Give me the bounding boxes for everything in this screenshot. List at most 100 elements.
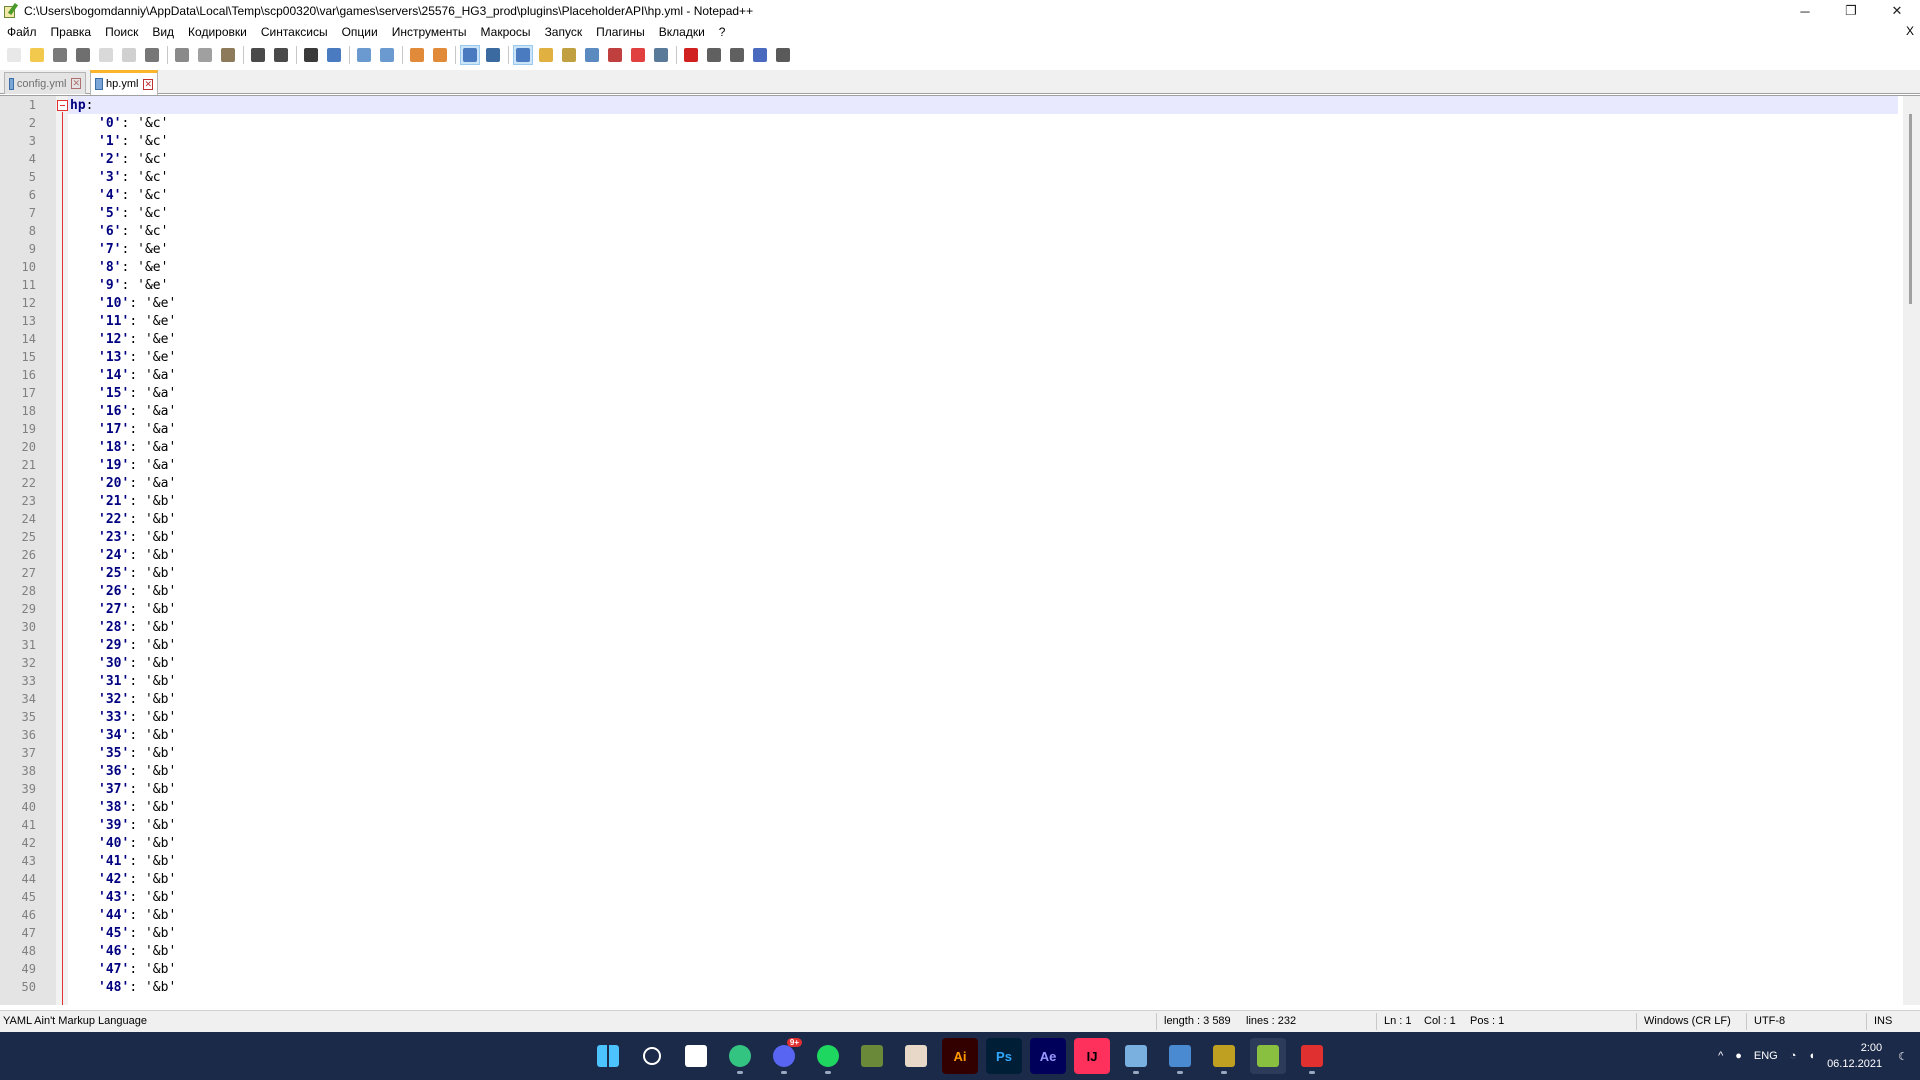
code-line[interactable]: 25 '23': '&b'	[0, 528, 1900, 546]
code-line[interactable]: 5 '3': '&c'	[0, 168, 1900, 186]
code-line[interactable]: 10 '8': '&e'	[0, 258, 1900, 276]
cut-button[interactable]	[172, 45, 192, 65]
code-line[interactable]: 4 '2': '&c'	[0, 150, 1900, 168]
replace-button[interactable]	[324, 45, 344, 65]
game-icon[interactable]	[1206, 1038, 1242, 1074]
code-line[interactable]: 41 '39': '&b'	[0, 816, 1900, 834]
indent-guide-button[interactable]	[513, 45, 533, 65]
input-language[interactable]: ENG	[1754, 1050, 1778, 1062]
code-line[interactable]: 17 '15': '&a'	[0, 384, 1900, 402]
code-line[interactable]: 37 '35': '&b'	[0, 744, 1900, 762]
save-all-button[interactable]	[73, 45, 93, 65]
code-line[interactable]: 48 '46': '&b'	[0, 942, 1900, 960]
code-line[interactable]: 44 '42': '&b'	[0, 870, 1900, 888]
code-line[interactable]: 3 '1': '&c'	[0, 132, 1900, 150]
close-document-button[interactable]: X	[1906, 24, 1914, 38]
folder-workspace-button[interactable]	[605, 45, 625, 65]
menu-item[interactable]: Файл	[0, 25, 44, 39]
code-line[interactable]: 23 '21': '&b'	[0, 492, 1900, 510]
save-button[interactable]	[50, 45, 70, 65]
tray-overflow-chevron-icon[interactable]: ^	[1718, 1050, 1723, 1062]
menu-item[interactable]: Макросы	[474, 25, 538, 39]
menu-item[interactable]: Вкладки	[652, 25, 712, 39]
show-all-chars-button[interactable]	[483, 45, 503, 65]
code-line[interactable]: 49 '47': '&b'	[0, 960, 1900, 978]
tab-config-yml[interactable]: config.yml ✕	[4, 72, 86, 94]
intellij-icon[interactable]: IJ	[1074, 1038, 1110, 1074]
code-line[interactable]: 24 '22': '&b'	[0, 510, 1900, 528]
notepad-plus-plus-icon[interactable]	[1250, 1038, 1286, 1074]
close-all-button[interactable]	[119, 45, 139, 65]
new-file-button[interactable]	[4, 45, 24, 65]
sync-horizontal-button[interactable]	[430, 45, 450, 65]
open-file-button[interactable]	[27, 45, 47, 65]
tab-hp-yml[interactable]: hp.yml ✕	[90, 70, 158, 95]
eye-button[interactable]	[651, 45, 671, 65]
zoom-in-button[interactable]	[354, 45, 374, 65]
code-line[interactable]: 15 '13': '&e'	[0, 348, 1900, 366]
code-line[interactable]: 47 '45': '&b'	[0, 924, 1900, 942]
code-line[interactable]: 32 '30': '&b'	[0, 654, 1900, 672]
copy-button[interactable]	[195, 45, 215, 65]
code-line[interactable]: 6 '4': '&c'	[0, 186, 1900, 204]
wifi-icon[interactable]: ◔	[1790, 1050, 1797, 1062]
code-line[interactable]: 34 '32': '&b'	[0, 690, 1900, 708]
illustrator-icon[interactable]: Ai	[942, 1038, 978, 1074]
code-line[interactable]: 45 '43': '&b'	[0, 888, 1900, 906]
code-line[interactable]: 1 hp:	[0, 96, 1900, 114]
menu-item[interactable]: Инструменты	[385, 25, 474, 39]
close-tab-icon[interactable]: ✕	[143, 78, 153, 90]
doc-map-button[interactable]	[559, 45, 579, 65]
code-line[interactable]: 30 '28': '&b'	[0, 618, 1900, 636]
winscp-icon[interactable]	[1118, 1038, 1154, 1074]
save-macro-button[interactable]	[773, 45, 793, 65]
code-line[interactable]: 9 '7': '&e'	[0, 240, 1900, 258]
close-file-button[interactable]	[96, 45, 116, 65]
scrollbar-thumb[interactable]	[1909, 114, 1912, 304]
clock[interactable]: 2:00 06.12.2021	[1827, 1040, 1882, 1072]
code-line[interactable]: 2 '0': '&c'	[0, 114, 1900, 132]
photoshop-icon[interactable]: Ps	[986, 1038, 1022, 1074]
code-line[interactable]: 8 '6': '&c'	[0, 222, 1900, 240]
code-line[interactable]: 35 '33': '&b'	[0, 708, 1900, 726]
code-line[interactable]: 42 '40': '&b'	[0, 834, 1900, 852]
function-list-button[interactable]	[582, 45, 602, 65]
code-line[interactable]: 43 '41': '&b'	[0, 852, 1900, 870]
code-line[interactable]: 46 '44': '&b'	[0, 906, 1900, 924]
edge-icon[interactable]	[722, 1038, 758, 1074]
menu-item[interactable]: Синтаксисы	[254, 25, 335, 39]
code-line[interactable]: 20 '18': '&a'	[0, 438, 1900, 456]
code-line[interactable]: 29 '27': '&b'	[0, 600, 1900, 618]
code-line[interactable]: 7 '5': '&c'	[0, 204, 1900, 222]
minecraft-icon[interactable]	[854, 1038, 890, 1074]
code-line[interactable]: 38 '36': '&b'	[0, 762, 1900, 780]
code-line[interactable]: 39 '37': '&b'	[0, 780, 1900, 798]
code-line[interactable]: 31 '29': '&b'	[0, 636, 1900, 654]
notifications-icon[interactable]: ☾	[1898, 1050, 1908, 1063]
code-line[interactable]: 12 '10': '&e'	[0, 294, 1900, 312]
anime-app-icon[interactable]	[898, 1038, 934, 1074]
discord-tray-icon[interactable]: ●	[1735, 1050, 1742, 1062]
menu-item[interactable]: Поиск	[98, 25, 145, 39]
zoom-out-button[interactable]	[377, 45, 397, 65]
code-line[interactable]: 16 '14': '&a'	[0, 366, 1900, 384]
code-line[interactable]: 36 '34': '&b'	[0, 726, 1900, 744]
sync-vertical-button[interactable]	[407, 45, 427, 65]
notepad-plus-plus-icon[interactable]	[3, 2, 19, 19]
after-effects-icon[interactable]: Ae	[1030, 1038, 1066, 1074]
code-line[interactable]: 14 '12': '&e'	[0, 330, 1900, 348]
code-line[interactable]: 21 '19': '&a'	[0, 456, 1900, 474]
record-macro-button[interactable]	[681, 45, 701, 65]
code-line[interactable]: 26 '24': '&b'	[0, 546, 1900, 564]
code-line[interactable]: 18 '16': '&a'	[0, 402, 1900, 420]
text-editor[interactable]: 1 hp: 2 '0': '&c' 3 '1': '&c' 4 '2': '&c' 5 '3': …	[0, 95, 1920, 1005]
word-wrap-button[interactable]	[460, 45, 480, 65]
undo-button[interactable]	[248, 45, 268, 65]
menu-item[interactable]: Запуск	[538, 25, 590, 39]
stop-macro-button[interactable]	[704, 45, 724, 65]
close-window-button[interactable]: ✕	[1874, 0, 1920, 22]
code-line[interactable]: 28 '26': '&b'	[0, 582, 1900, 600]
app-red-icon[interactable]	[1294, 1038, 1330, 1074]
code-line[interactable]: 13 '11': '&e'	[0, 312, 1900, 330]
code-line[interactable]: 11 '9': '&e'	[0, 276, 1900, 294]
